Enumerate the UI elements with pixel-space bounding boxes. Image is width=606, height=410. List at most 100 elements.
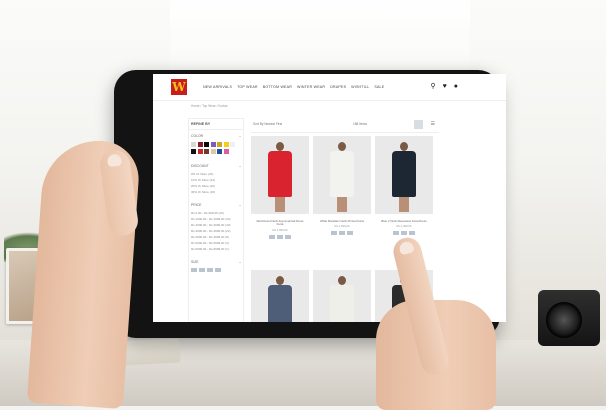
price-options: Rs.0.00 - Rs.999.00 (10) Rs.1000.00 - Rs.… (189, 209, 243, 256)
size-chip[interactable] (191, 267, 197, 272)
size-chip[interactable] (339, 231, 345, 236)
discount-option[interactable]: 30% Or More (18) (191, 189, 241, 195)
color-swatch[interactable] (204, 142, 209, 147)
product-name[interactable]: Red Round Neck Asymmetrical Dress Kurta (251, 219, 309, 227)
nav-item[interactable]: NEW ARRIVALS (203, 85, 232, 89)
facet-price-header[interactable]: PRICE – (189, 199, 243, 209)
product-card[interactable] (313, 270, 371, 322)
product-card[interactable] (251, 270, 309, 322)
product-card[interactable]: Red Round Neck Asymmetrical Dress Kurta R… (251, 136, 309, 239)
model-dress (268, 151, 292, 197)
user-icon[interactable]: ● (454, 82, 458, 91)
header-icons: ⚲ ♥ ● (430, 82, 458, 91)
size-chip[interactable] (285, 234, 291, 239)
brand-logo[interactable]: W (171, 79, 187, 95)
list-view-icon[interactable]: ☰ (431, 121, 435, 128)
product-price: Rs.1,499.00 (396, 224, 412, 229)
model-legs (275, 196, 285, 212)
sidebar-title: REFINE BY (189, 119, 243, 130)
tablet-screen: W NEW ARRIVALS TOP WEAR BOTTOM WEAR WINTER … (153, 74, 506, 322)
model-dress (330, 151, 354, 197)
collapse-icon: – (239, 259, 241, 264)
main-nav: NEW ARRIVALS TOP WEAR BOTTOM WEAR WINTER WE… (203, 85, 384, 89)
model-head (400, 142, 408, 151)
product-card[interactable]: Blue V Neck Sleeveless Kurta Dress Rs.1,4… (375, 136, 433, 236)
sort-bar: Sort By Newest First 188 Items ☰ (251, 118, 439, 133)
size-chip[interactable] (409, 231, 415, 236)
collapse-icon: – (239, 163, 241, 168)
facet-price-label: PRICE (191, 202, 202, 207)
size-chip[interactable] (347, 231, 353, 236)
size-chips (251, 234, 309, 239)
size-chip[interactable] (199, 267, 205, 272)
collapse-icon: – (239, 134, 241, 138)
color-swatch[interactable] (210, 142, 216, 147)
breadcrumb: Home / Top Wear / Kurtas (191, 104, 228, 108)
size-chip[interactable] (393, 231, 399, 236)
nav-item[interactable]: WISHTILL (351, 85, 369, 89)
color-swatch[interactable] (223, 142, 229, 147)
facet-color-header[interactable]: COLOR – (189, 130, 243, 140)
facet-discount-header[interactable]: DISCOUNT – (189, 160, 243, 170)
nav-item[interactable]: SALE (374, 85, 384, 89)
color-swatch[interactable] (191, 142, 196, 147)
product-image[interactable] (313, 270, 371, 322)
wishlist-icon[interactable]: ♥ (443, 82, 447, 91)
model-head (276, 276, 284, 285)
facet-size-label: SIZE (191, 259, 199, 264)
model-legs (337, 196, 347, 212)
nav-item[interactable]: DRAPES (330, 85, 346, 89)
item-count: 188 Items (353, 122, 367, 126)
nav-item[interactable]: BOTTOM WEAR (263, 85, 292, 89)
thumb-nail (106, 153, 123, 168)
camera (538, 290, 600, 346)
size-chip[interactable] (207, 267, 213, 272)
color-swatch[interactable] (204, 148, 209, 154)
finger-nail (398, 240, 415, 256)
facet-discount-label: DISCOUNT (191, 163, 209, 168)
site-header: W NEW ARRIVALS TOP WEAR BOTTOM WEAR WINTER … (153, 74, 506, 101)
grid-view-icon[interactable] (414, 120, 423, 129)
facet-size-header[interactable]: SIZE – (189, 256, 243, 266)
size-chip[interactable] (277, 234, 283, 239)
model-head (276, 142, 284, 151)
product-image[interactable] (251, 270, 309, 322)
color-swatch[interactable] (230, 148, 235, 154)
product-image[interactable] (375, 136, 433, 214)
nav-item[interactable]: TOP WEAR (237, 85, 258, 89)
color-swatch[interactable] (210, 148, 216, 154)
product-price: Rs.1,999.00 (272, 227, 288, 232)
sort-select[interactable]: Sort By Newest First (253, 122, 282, 126)
color-swatch[interactable] (223, 148, 229, 154)
color-swatches (189, 140, 243, 160)
product-card[interactable]: White Mandarin Neck Printed Kurta Rs.1,69… (313, 136, 371, 236)
product-name[interactable]: White Mandarin Neck Printed Kurta (313, 219, 371, 223)
model-dress (330, 285, 354, 322)
product-name[interactable]: Blue V Neck Sleeveless Kurta Dress (375, 219, 433, 223)
model-head (338, 276, 346, 285)
size-options (189, 266, 243, 274)
product-image[interactable] (251, 136, 309, 214)
model-head (338, 142, 346, 151)
discount-options: 0% Or More (24) 10% Or More (24) 20% Or Mo… (189, 170, 243, 199)
size-chip[interactable] (331, 231, 337, 236)
price-option[interactable]: Rs.6000.00 - Rs.6999.00 (1) (191, 246, 241, 252)
model-dress (392, 151, 416, 197)
color-swatch[interactable] (197, 142, 203, 147)
model-legs (399, 196, 409, 212)
color-swatch[interactable] (217, 142, 222, 147)
size-chip[interactable] (215, 267, 221, 272)
size-chip[interactable] (401, 231, 407, 236)
color-swatch[interactable] (191, 148, 196, 154)
size-chip[interactable] (269, 234, 275, 239)
collapse-icon: – (239, 202, 241, 207)
nav-item[interactable]: WINTER WEAR (297, 85, 325, 89)
product-image[interactable] (313, 136, 371, 214)
color-swatch[interactable] (230, 142, 235, 147)
model-dress (268, 285, 292, 322)
color-swatch[interactable] (217, 148, 222, 154)
filter-sidebar: REFINE BY COLOR – DISCOUNT – 0% Or More (2… (188, 118, 244, 322)
search-icon[interactable]: ⚲ (430, 82, 435, 91)
product-price: Rs.1,699.00 (334, 224, 350, 229)
color-swatch[interactable] (197, 148, 203, 154)
